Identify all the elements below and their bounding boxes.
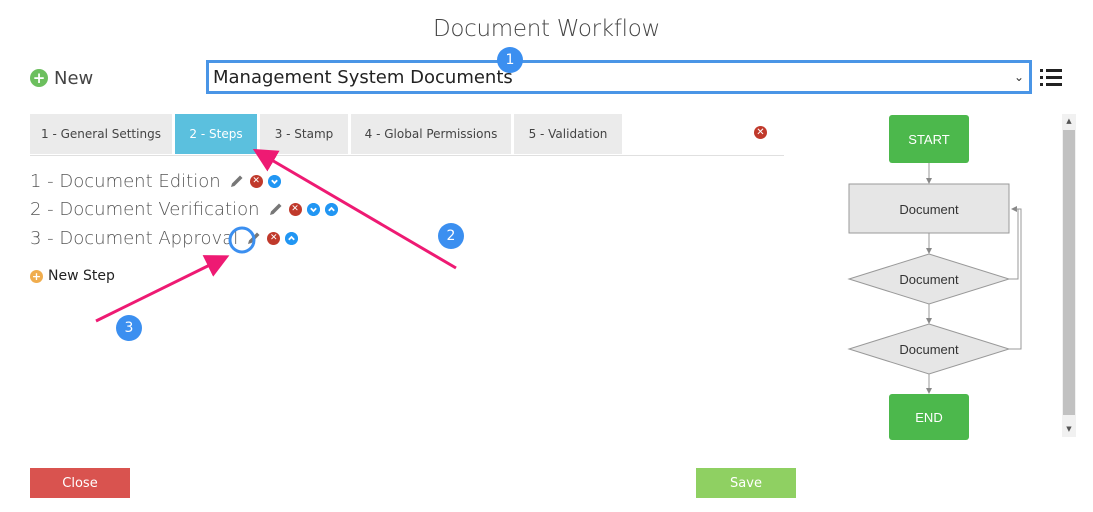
flow-document-node: Document <box>848 183 1010 234</box>
new-workflow-button[interactable]: + New <box>30 66 93 90</box>
annotation-badge: 3 <box>116 315 142 341</box>
flow-end-label: END <box>915 410 942 425</box>
workflow-select-value: Management System Documents <box>213 66 513 88</box>
delete-icon[interactable]: ✕ <box>249 174 263 188</box>
move-down-icon[interactable] <box>267 174 281 188</box>
step-row: 3 - Document Approval ✕ <box>30 226 303 250</box>
plus-circle-icon: + <box>30 269 43 283</box>
workflow-flowchart: START Document Document Document END <box>847 115 1022 440</box>
move-up-icon[interactable] <box>324 202 338 216</box>
workflow-select[interactable]: Management System Documents ⌄ <box>206 60 1032 94</box>
close-icon[interactable]: ✕ <box>754 126 767 139</box>
step-row: 2 - Document Verification ✕ <box>30 197 343 221</box>
tab-global-permissions[interactable]: 4 - Global Permissions <box>351 114 511 154</box>
edit-pencil-icon[interactable] <box>246 230 262 246</box>
step-row: 1 - Document Edition ✕ <box>30 169 286 193</box>
step-label: 2 - Document Verification <box>30 198 260 220</box>
flow-start-label: START <box>908 132 949 147</box>
annotation-badge: 2 <box>438 223 464 249</box>
move-up-icon[interactable] <box>285 231 299 245</box>
scrollbar-thumb[interactable] <box>1063 130 1075 415</box>
flow-node-label: Document <box>899 202 959 217</box>
step-label: 3 - Document Approval <box>30 227 239 249</box>
new-label: New <box>54 67 94 89</box>
tab-steps[interactable]: 2 - Steps <box>175 114 257 154</box>
step-label: 1 - Document Edition <box>30 170 221 192</box>
edit-pencil-icon[interactable] <box>268 201 284 217</box>
tab-divider <box>30 155 784 156</box>
page-title: Document Workflow <box>433 16 660 42</box>
edit-pencil-icon[interactable] <box>229 173 245 189</box>
save-button[interactable]: Save <box>696 468 796 498</box>
tab-bar: 1 - General Settings 2 - Steps 3 - Stamp… <box>30 114 622 156</box>
tab-general-settings[interactable]: 1 - General Settings <box>30 114 172 154</box>
flow-start-node: START <box>889 115 969 163</box>
flow-end-node: END <box>889 394 969 440</box>
close-button[interactable]: Close <box>30 468 130 498</box>
flow-decision-node: Document <box>847 323 1011 375</box>
tab-stamp[interactable]: 3 - Stamp <box>260 114 348 154</box>
new-step-button[interactable]: + New Step <box>30 268 115 284</box>
scroll-up-arrow-icon[interactable]: ▲ <box>1062 114 1076 128</box>
scroll-down-arrow-icon[interactable]: ▼ <box>1062 422 1076 436</box>
delete-icon[interactable]: ✕ <box>267 231 281 245</box>
flow-node-label: Document <box>899 272 959 287</box>
delete-icon[interactable]: ✕ <box>288 202 302 216</box>
list-icon[interactable] <box>1040 69 1062 87</box>
new-step-label: New Step <box>48 268 115 284</box>
annotation-badge: 1 <box>497 47 523 73</box>
tab-validation[interactable]: 5 - Validation <box>514 114 622 154</box>
move-down-icon[interactable] <box>306 202 320 216</box>
chevron-down-icon: ⌄ <box>1013 70 1024 84</box>
plus-circle-icon: + <box>30 69 48 87</box>
flow-decision-node: Document <box>847 253 1011 305</box>
flow-node-label: Document <box>899 342 959 357</box>
